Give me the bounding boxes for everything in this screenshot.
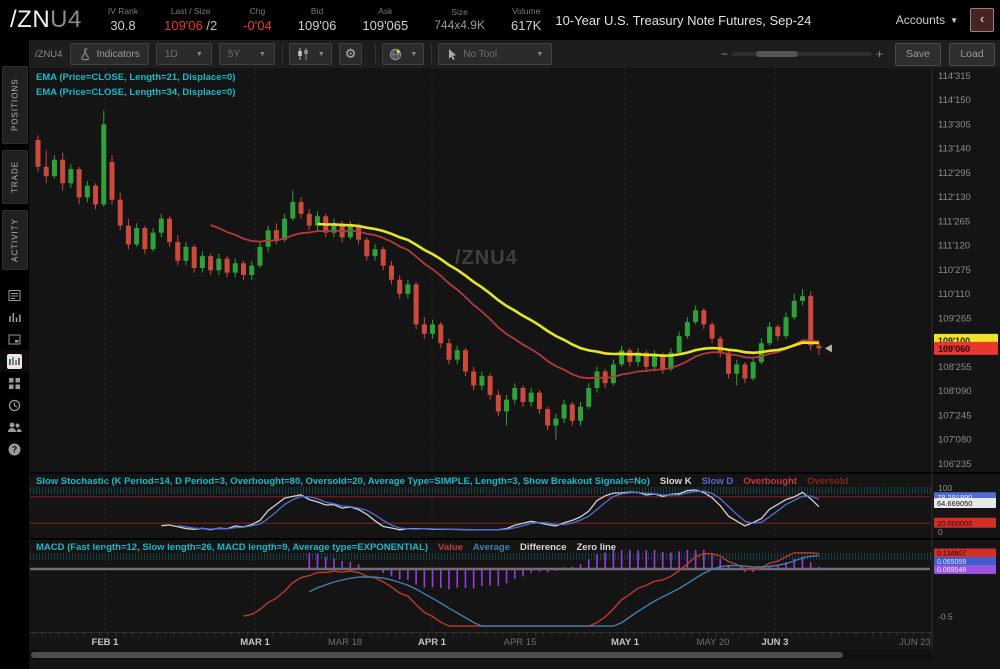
svg-text:110'110: 110'110: [938, 289, 970, 300]
range-dropdown[interactable]: 5Y ▼: [218, 43, 275, 65]
chevron-down-icon: ▼: [536, 50, 544, 58]
symbol-title: /ZNU4: [10, 6, 82, 34]
chart-type-dropdown[interactable]: ▼: [288, 43, 332, 65]
chart-region: EMA (Price=CLOSE, Length=21, Displace=0)…: [29, 68, 1000, 669]
svg-text:109'265: 109'265: [938, 313, 972, 324]
collapse-panel-button[interactable]: ‹: [970, 8, 994, 32]
chart-settings-button[interactable]: ⚙: [338, 43, 363, 65]
svg-text:107'080: 107'080: [938, 435, 972, 446]
svg-text:JUN 3: JUN 3: [762, 637, 789, 648]
zoom-slider[interactable]: [731, 51, 872, 57]
field-ask: Ask 109'065: [362, 6, 409, 33]
accounts-dropdown[interactable]: Accounts ▼: [896, 13, 958, 27]
zoom-slider-thumb[interactable]: [755, 51, 798, 57]
svg-text:112'130: 112'130: [938, 192, 971, 203]
svg-text:MAY 1: MAY 1: [611, 637, 640, 648]
svg-text:MAR 18: MAR 18: [328, 637, 362, 648]
symbol-root: /ZN: [10, 6, 51, 33]
chevron-down-icon: ▼: [195, 50, 203, 58]
svg-text:112'295: 112'295: [938, 168, 971, 179]
svg-text:64.669050: 64.669050: [937, 499, 972, 508]
flask-icon: [81, 47, 90, 60]
svg-text:-0.5: -0.5: [938, 612, 953, 622]
macd-value-line: [243, 552, 819, 627]
macd-average-line: [308, 555, 819, 627]
field-last-size: Last / Size 109'06 /2: [164, 6, 218, 33]
svg-text:0.069548: 0.069548: [937, 567, 966, 574]
svg-text:MAR 1: MAR 1: [240, 637, 270, 648]
trading-platform-window: { "colors": { "candle_up": "#2fa13a", "c…: [0, 0, 1000, 669]
candles: [35, 110, 822, 440]
zoom-out-button[interactable]: −: [717, 47, 732, 61]
chevron-down-icon: ▼: [410, 50, 418, 58]
svg-text:0: 0: [938, 527, 943, 537]
svg-text:108'255: 108'255: [938, 362, 972, 373]
quote-header: /ZNU4 IV Rank 30.8 Last / Size 109'06 /2…: [0, 0, 1000, 40]
chevron-down-icon: ▼: [950, 15, 958, 25]
svg-text:113'140: 113'140: [938, 144, 971, 155]
symbol-month: U4: [50, 6, 82, 33]
instrument-description: 10-Year U.S. Treasury Note Futures, Sep-…: [555, 12, 812, 28]
timeframe-dropdown[interactable]: 1D ▼: [155, 43, 212, 65]
candlestick-icon: [298, 48, 308, 60]
gear-icon: ⚙: [344, 46, 357, 62]
load-button[interactable]: Load: [949, 42, 995, 66]
save-button[interactable]: Save: [895, 42, 941, 66]
active-tool-dropdown[interactable]: No Tool ▼: [438, 43, 553, 65]
svg-text:APR 15: APR 15: [504, 637, 537, 648]
svg-text:APR 1: APR 1: [418, 637, 447, 648]
field-bid: Bid 109'06: [297, 6, 337, 33]
cursor-icon: [449, 49, 457, 60]
field-size: Size 744x4.9K: [434, 6, 485, 33]
svg-text:0.065059: 0.065059: [937, 559, 966, 566]
svg-text:111'265: 111'265: [938, 216, 970, 227]
svg-text:114'150: 114'150: [938, 95, 971, 106]
svg-text:MAY 20: MAY 20: [697, 637, 730, 648]
chart-canvas[interactable]: FEB 1 MAR 1 MAR 18 APR 1 APR 15 MAY 1 MAY 20 JU…: [0, 68, 1000, 669]
svg-text:113'305: 113'305: [938, 119, 971, 130]
last-price: 109'06: [164, 17, 203, 33]
chart-symbol-label[interactable]: /ZNU4: [35, 49, 62, 60]
svg-text:108'090: 108'090: [938, 386, 972, 397]
last-size: /2: [202, 17, 218, 33]
field-iv-rank: IV Rank 30.8: [107, 6, 139, 33]
field-chg: Chg -0'04: [243, 6, 272, 33]
svg-text:100: 100: [938, 483, 952, 493]
svg-text:106'235: 106'235: [938, 459, 972, 470]
svg-text:JUN 23: JUN 23: [899, 637, 931, 648]
svg-text:0.134607: 0.134607: [937, 551, 966, 558]
indicators-button[interactable]: Indicators: [70, 43, 149, 65]
chevron-down-icon: ▼: [258, 50, 266, 58]
svg-text:107'245: 107'245: [938, 410, 972, 421]
svg-text:111'120: 111'120: [938, 241, 970, 252]
svg-text:109'060: 109'060: [938, 344, 970, 354]
svg-text:FEB 1: FEB 1: [92, 637, 120, 648]
ema-slow-line: [317, 222, 819, 358]
svg-text:110'275: 110'275: [938, 265, 971, 276]
zoom-in-button[interactable]: +: [872, 47, 887, 61]
svg-text:20.000000: 20.000000: [937, 519, 972, 528]
chart-toolbar: /ZNU4 Indicators 1D ▼ 5Y ▼ ▼ ⚙ ▼ No Tool…: [29, 40, 1000, 69]
field-volume: Volume 617K: [510, 6, 542, 33]
globe-icon: [390, 48, 402, 60]
drawing-tools-dropdown[interactable]: ▼: [382, 43, 425, 65]
svg-text:114'315: 114'315: [938, 71, 971, 82]
chevron-down-icon: ▼: [317, 50, 325, 58]
